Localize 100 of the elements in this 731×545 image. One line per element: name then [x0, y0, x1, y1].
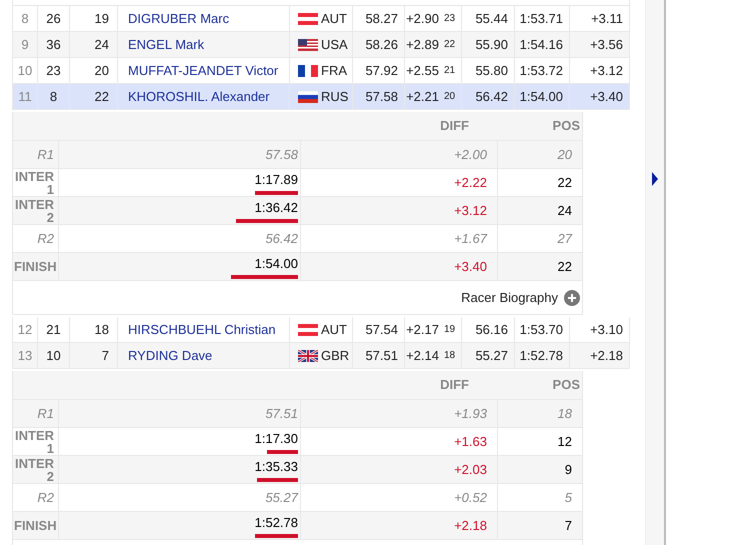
bib-number: 8	[50, 88, 58, 106]
table-cell-text: 19	[94, 10, 109, 28]
run-time: 55.90	[475, 36, 508, 54]
result-row[interactable]: 8 26 19 DIGRUBER Marc AUT 58.27 +2.90 23 55.44 1:53.71 +3.11	[12, 6, 630, 32]
rank: 9	[21, 36, 29, 54]
position: 18	[558, 404, 572, 423]
split-label: INTER 1	[14, 428, 54, 454]
diff-time: +3.40	[590, 88, 623, 106]
diff-time: +3.40	[454, 258, 487, 276]
position: 20	[444, 90, 456, 104]
nation-code: AUT	[321, 10, 347, 28]
diff-time: +2.00	[454, 146, 487, 164]
rank: 12	[18, 320, 32, 339]
position: 12	[558, 432, 572, 451]
bib-number: 36	[46, 36, 61, 54]
split-label: R1	[37, 148, 54, 161]
run-time: 55.44	[475, 10, 508, 28]
diff-time: +3.12	[590, 62, 623, 80]
run-time: 56.42	[475, 88, 508, 106]
racer-name-link[interactable]: DIGRUBER Marc	[128, 8, 230, 28]
run-time: 55.27	[475, 346, 508, 365]
nation-code: RUS	[321, 88, 348, 106]
expand-arrow-icon[interactable]	[652, 172, 658, 186]
diff-time: +2.03	[454, 460, 487, 479]
column-header: POS	[552, 376, 580, 394]
racer-biography-link[interactable]: Racer Biography	[461, 288, 558, 308]
flag-icon	[298, 12, 318, 24]
bib-number: 23	[46, 62, 61, 80]
racer-name-link[interactable]: KHOROSHIL. Alexander	[128, 86, 270, 106]
racer-name-link[interactable]: RYDING Dave	[128, 346, 212, 366]
total-time: 1:52.78	[520, 346, 563, 365]
split-time: 57.51	[265, 404, 298, 423]
column-header: DIFF	[440, 117, 469, 136]
split-label: INTER 1	[14, 170, 54, 196]
bib-number: 21	[46, 320, 61, 339]
racer-name-link[interactable]: ENGEL Mark	[128, 34, 204, 54]
diff-time: +1.93	[454, 404, 487, 423]
result-row[interactable]: 11 8 22 KHOROSHIL. Alexander RUS 57.58 +2.21 20 56.42 1:54.00 +3.40	[12, 84, 630, 110]
split-time: 1:35.33	[254, 458, 298, 476]
run-time: 57.92	[365, 62, 398, 80]
diff-time: +2.14	[406, 346, 439, 365]
diff-time: +1.63	[454, 432, 487, 451]
flag-icon	[298, 38, 318, 50]
racer-name-link[interactable]: HIRSCHBUEHL Christian	[128, 320, 276, 340]
split-label: FINISH	[14, 260, 54, 273]
result-row[interactable]: 13 10 7 RYDING Dave GBR 57.51 +2.14 18 55.27 1:52.78 +2.18	[12, 343, 630, 369]
table-cell-text: 18	[94, 320, 109, 339]
total-time: 1:53.72	[520, 62, 563, 80]
flag-icon	[298, 90, 318, 102]
position: 21	[444, 64, 456, 78]
run-time: 57.54	[365, 320, 398, 339]
table-cell-text: 7	[102, 346, 109, 365]
split-label: R1	[37, 407, 54, 420]
run-time: 58.27	[365, 10, 398, 28]
result-row[interactable]: 9 36 24 ENGEL Mark USA 58.26 +2.89 22 55.90 1:54.16 +3.56	[12, 32, 630, 58]
rank: 13	[18, 346, 32, 365]
split-time: 1:54.00	[254, 255, 298, 274]
rank: 10	[18, 62, 32, 80]
split-label: R2	[37, 232, 54, 245]
flag-icon	[298, 350, 318, 362]
position: 5	[564, 488, 572, 507]
position: 22	[558, 258, 572, 276]
diff-time: +2.22	[454, 174, 487, 192]
run-time: 58.26	[365, 36, 398, 54]
position: 24	[558, 202, 572, 220]
column-header: POS	[552, 117, 580, 136]
diff-time: +0.52	[454, 488, 487, 507]
plus-icon[interactable]	[564, 290, 580, 306]
position: 18	[444, 349, 456, 363]
rank: 8	[21, 10, 29, 28]
split-time: 1:36.42	[254, 199, 298, 218]
flag-icon	[298, 324, 318, 336]
total-time: 1:53.71	[520, 10, 563, 28]
diff-time: +2.18	[454, 516, 487, 535]
position: 20	[558, 146, 572, 164]
position: 23	[444, 12, 456, 26]
split-time: 1:52.78	[254, 514, 298, 532]
nation-code: GBR	[321, 346, 350, 365]
diff-time: +2.90	[406, 10, 439, 28]
diff-time: +3.56	[590, 36, 623, 54]
result-row[interactable]: 10 23 20 MUFFAT-JEANDET Victor FRA 57.92 +2.55 21 55.80 1:53.72 +3.12	[12, 58, 630, 84]
total-time: 1:54.16	[520, 36, 563, 54]
racer-name-link[interactable]: MUFFAT-JEANDET Victor	[128, 60, 278, 80]
run-time: 57.51	[365, 346, 398, 365]
split-label: FINISH	[14, 519, 54, 532]
table-cell-text: 24	[94, 36, 109, 54]
position: 7	[564, 516, 572, 535]
table-cell-text: 20	[94, 62, 109, 80]
position: 19	[444, 323, 456, 337]
column-header: DIFF	[440, 376, 469, 394]
position: 9	[564, 460, 572, 479]
split-label: R2	[37, 491, 54, 504]
diff-time: +1.67	[454, 230, 487, 248]
position: 27	[558, 230, 572, 248]
total-time: 1:53.70	[520, 320, 563, 339]
split-label: INTER 2	[14, 456, 54, 482]
result-row[interactable]: 12 21 18 HIRSCHBUEHL Christian AUT 57.54 +2.17 19 56.16 1:53.70 +3.10	[12, 317, 630, 343]
flag-icon	[298, 64, 318, 76]
split-time: 57.58	[265, 146, 298, 164]
total-time: 1:54.00	[520, 88, 563, 106]
